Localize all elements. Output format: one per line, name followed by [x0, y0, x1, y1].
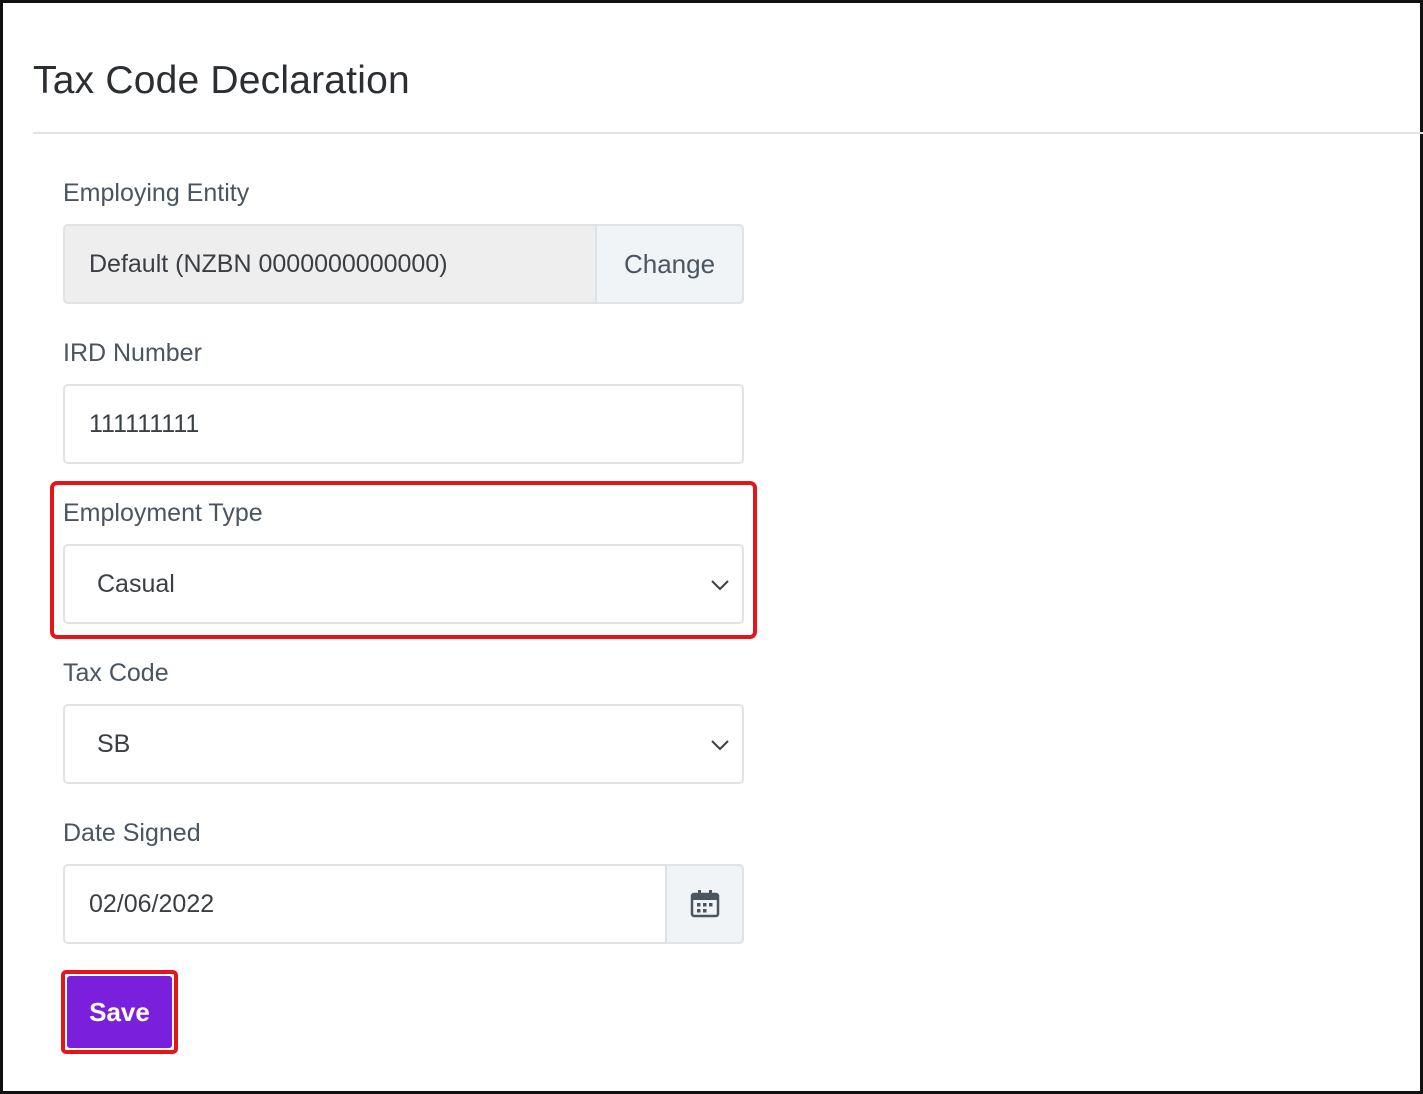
employment-type-value: Casual [97, 569, 175, 598]
save-button[interactable]: Save [67, 976, 172, 1048]
date-signed-value: 02/06/2022 [89, 889, 215, 918]
ird-number-input[interactable]: 111111111 [63, 384, 744, 464]
window-frame: Tax Code Declaration Employing Entity De… [0, 0, 1423, 1094]
tax-code-value: SB [97, 729, 131, 758]
date-picker-button[interactable] [665, 864, 744, 944]
employing-entity-label: Employing Entity [63, 179, 250, 207]
employment-type-select[interactable]: Casual [63, 544, 744, 624]
date-signed-input[interactable]: 02/06/2022 [63, 864, 744, 944]
chevron-down-icon [711, 740, 729, 751]
chevron-down-icon [711, 580, 729, 591]
calendar-icon [690, 890, 719, 918]
tax-code-label: Tax Code [63, 659, 169, 687]
title-divider [33, 132, 1423, 134]
ird-number-value: 111111111 [89, 409, 200, 438]
ird-number-label: IRD Number [63, 339, 202, 367]
date-signed-label: Date Signed [63, 819, 201, 847]
employing-entity-field: Default (NZBN 0000000000000) Change [63, 224, 744, 304]
change-entity-button[interactable]: Change [595, 224, 744, 304]
page-title: Tax Code Declaration [33, 59, 410, 102]
employing-entity-value: Default (NZBN 0000000000000) [89, 249, 448, 278]
employment-type-label: Employment Type [63, 499, 263, 527]
tax-code-select[interactable]: SB [63, 704, 744, 784]
